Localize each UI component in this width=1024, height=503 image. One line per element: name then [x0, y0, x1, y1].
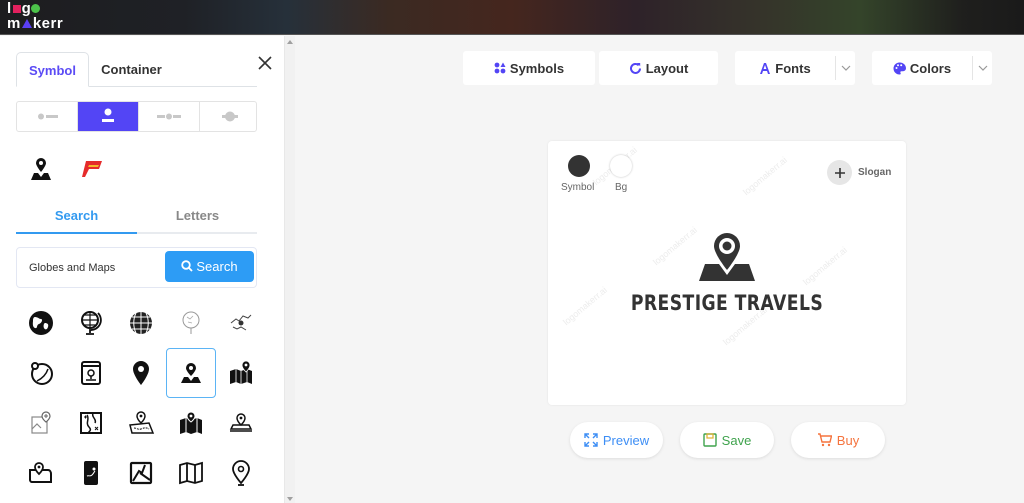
- location-pin-outline-icon[interactable]: [216, 448, 266, 498]
- colors-button[interactable]: Colors: [872, 51, 992, 85]
- sidebar-tabs: Symbol Container: [16, 52, 257, 87]
- sidebar-scrollbar[interactable]: [284, 36, 295, 503]
- symbol-search-box: Search: [16, 247, 257, 288]
- top-header: lg m kerr: [0, 0, 1024, 35]
- layout-symbol-middle[interactable]: [139, 102, 200, 131]
- image-location-add-icon[interactable]: [16, 398, 66, 448]
- brand-name-text[interactable]: PRESTIGE TRAVELS: [580, 291, 874, 315]
- tab-letters[interactable]: Letters: [137, 204, 258, 234]
- symbol-search-input[interactable]: [29, 258, 159, 278]
- square-map-icon[interactable]: [116, 448, 166, 498]
- floppy-disk-icon: [702, 433, 717, 447]
- world-map-pin-icon[interactable]: [216, 298, 266, 348]
- location-pin-icon[interactable]: [116, 348, 166, 398]
- slogan-label[interactable]: Slogan: [858, 167, 891, 178]
- search-button-label: Search: [196, 259, 238, 274]
- fonts-label: Fonts: [775, 60, 811, 76]
- desk-globe-icon[interactable]: [66, 298, 116, 348]
- pin-on-mat-icon[interactable]: [216, 398, 266, 448]
- phone-map-icon[interactable]: [66, 448, 116, 498]
- save-button[interactable]: Save: [680, 422, 774, 458]
- layout-label: Layout: [645, 60, 689, 76]
- tab-search[interactable]: Search: [16, 204, 137, 234]
- red-p-logo-icon[interactable]: [80, 156, 106, 187]
- symbol-color-label: Symbol: [561, 182, 595, 193]
- palette-icon: [893, 61, 906, 75]
- watermark: logomakerr.ai: [741, 154, 789, 198]
- logo-preview-canvas: logomakerr.ai logomakerr.ai logomakerr.a…: [548, 141, 906, 405]
- route-map-icon[interactable]: [116, 398, 166, 448]
- close-icon[interactable]: [256, 54, 274, 72]
- shapes-icon: [494, 62, 506, 74]
- map-pin-on-map-icon[interactable]: [28, 156, 54, 187]
- folded-map-pin-icon[interactable]: [216, 348, 266, 398]
- bg-color-swatch[interactable]: [610, 155, 632, 177]
- buy-button[interactable]: Buy: [791, 422, 885, 458]
- buy-label: Buy: [836, 432, 860, 448]
- treasure-map-icon[interactable]: [66, 398, 116, 448]
- fonts-dropdown-chevron-icon[interactable]: [835, 56, 855, 80]
- symbols-button[interactable]: Symbols: [463, 51, 595, 85]
- wire-globe-icon[interactable]: [116, 298, 166, 348]
- bg-color-label: Bg: [615, 182, 628, 193]
- fonts-button[interactable]: Fonts: [735, 51, 855, 85]
- refresh-icon: [629, 62, 642, 75]
- earth-globe-icon[interactable]: [16, 298, 66, 348]
- symbols-label: Symbols: [509, 60, 565, 76]
- search-tabs: Search Letters: [16, 204, 257, 234]
- font-icon: [759, 62, 771, 74]
- symbol-color-swatch[interactable]: [568, 155, 590, 177]
- map-pin-on-map-icon[interactable]: [696, 231, 758, 289]
- preview-button[interactable]: Preview: [570, 422, 663, 458]
- logomakerr-logo[interactable]: lg m kerr: [7, 1, 63, 31]
- search-icon: [181, 260, 194, 272]
- cart-icon: [817, 433, 832, 447]
- map-pin-on-map-icon[interactable]: [166, 348, 216, 398]
- scroll-map-pin-icon[interactable]: [16, 448, 66, 498]
- tree-globe-icon[interactable]: [166, 298, 216, 348]
- layout-symbol-behind[interactable]: [200, 102, 256, 131]
- layout-button[interactable]: Layout: [599, 51, 718, 85]
- watermark: logomakerr.ai: [801, 244, 849, 288]
- layout-symbol-left[interactable]: [17, 102, 78, 131]
- watermark: logomakerr.ai: [651, 224, 699, 268]
- layout-symbol-top[interactable]: [78, 102, 139, 131]
- save-label: Save: [721, 432, 752, 448]
- folded-map-icon[interactable]: [166, 448, 216, 498]
- map-with-pin-icon[interactable]: [166, 398, 216, 448]
- symbol-sidebar: Symbol Container Search Letters Globes a…: [0, 36, 284, 503]
- tab-symbol[interactable]: Symbol: [16, 52, 89, 87]
- tab-container[interactable]: Container: [89, 52, 174, 87]
- expand-icon: [584, 433, 598, 447]
- layout-selector: [16, 101, 257, 132]
- colors-label: Colors: [909, 60, 952, 76]
- preview-label: Preview: [602, 432, 650, 448]
- pinned-planet-icon[interactable]: [16, 348, 66, 398]
- add-slogan-button[interactable]: [827, 160, 852, 185]
- search-button[interactable]: Search: [165, 251, 254, 282]
- colors-dropdown-chevron-icon[interactable]: [972, 56, 992, 80]
- scroll-up-icon[interactable]: [287, 40, 293, 44]
- scroll-down-icon[interactable]: [287, 497, 293, 501]
- plus-icon: [834, 167, 845, 178]
- map-card-icon[interactable]: [66, 348, 116, 398]
